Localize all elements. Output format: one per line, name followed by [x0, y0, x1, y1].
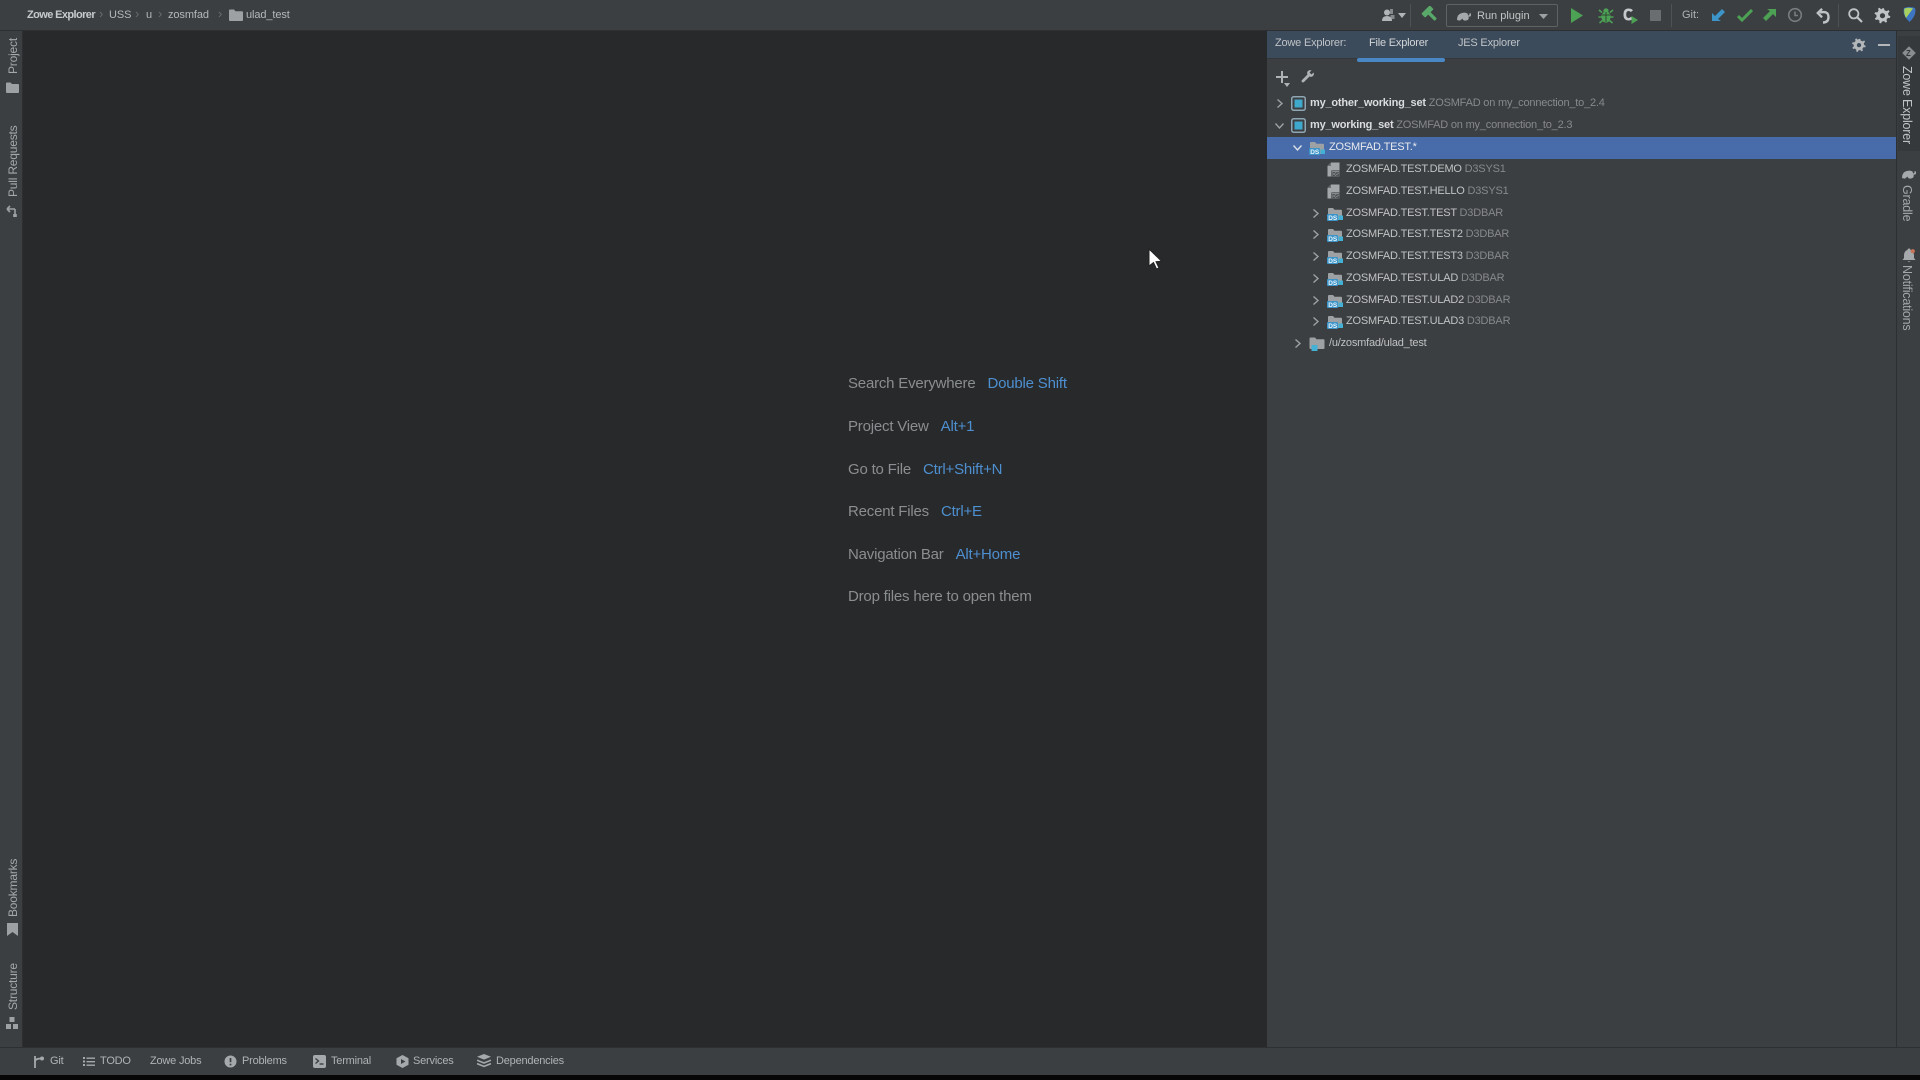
svg-text:DS: DS	[1328, 323, 1338, 330]
svg-text:DS: DS	[1328, 302, 1338, 309]
svg-text:DS: DS	[1328, 215, 1338, 222]
svg-text:DS: DS	[1328, 236, 1338, 243]
svg-text:DS: DS	[1332, 172, 1340, 177]
svg-text:DS: DS	[1332, 194, 1340, 199]
svg-text:Z: Z	[1906, 49, 1911, 58]
svg-text:DS: DS	[1328, 258, 1338, 265]
svg-text:DS: DS	[1328, 280, 1338, 287]
svg-text:DS: DS	[1310, 149, 1320, 156]
